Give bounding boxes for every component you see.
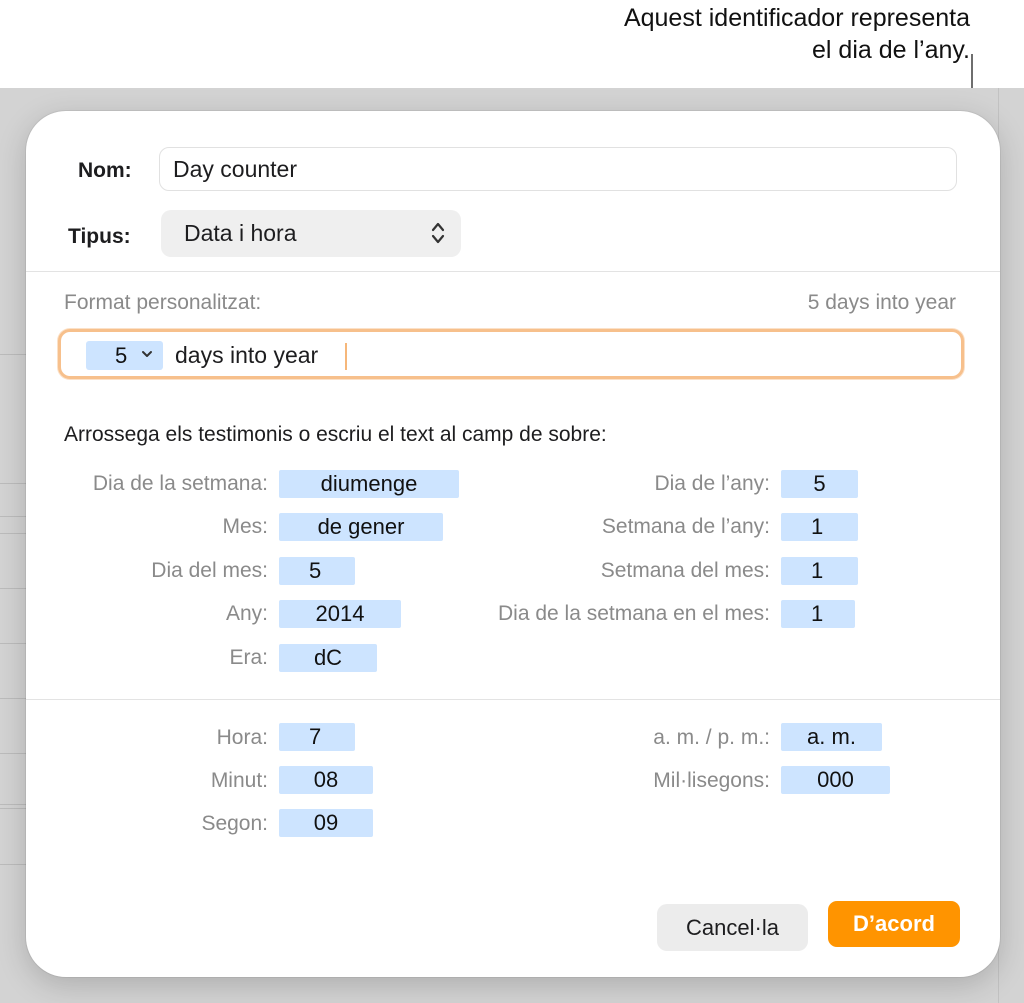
background-row-line	[0, 516, 28, 517]
weekday-in-month-label: Dia de la setmana en el mes:	[498, 602, 770, 625]
type-selected-value: Data i hora	[184, 220, 297, 246]
ok-button[interactable]: D’acord	[828, 901, 960, 947]
background-row-line	[0, 804, 28, 805]
year-label: Any:	[225, 602, 268, 625]
instructions-text: Arrossega els testimonis o escriu el tex…	[64, 423, 607, 446]
am-pm-token[interactable]: a. m.	[781, 723, 882, 751]
section-divider	[26, 271, 1000, 272]
day-of-week-label: Dia de la setmana:	[92, 472, 268, 495]
format-text: days into year	[175, 342, 319, 368]
section-divider	[26, 699, 1000, 700]
background-row-line	[0, 753, 28, 754]
type-popup-button[interactable]: Data i hora	[161, 210, 461, 257]
hour-label: Hora:	[216, 726, 268, 749]
am-pm-label: a. m. / p. m.:	[653, 726, 770, 749]
background-row-line	[0, 864, 28, 865]
day-of-week-token[interactable]: diumenge	[279, 470, 459, 498]
token-value: 5	[115, 343, 128, 368]
background-row-line	[0, 354, 28, 355]
week-of-year-label: Setmana de l’any:	[601, 515, 770, 538]
custom-format-field[interactable]: 5 days into year	[58, 329, 964, 379]
callout-line-2: el dia de l’any.	[812, 36, 970, 64]
chevron-down-icon[interactable]	[141, 349, 153, 359]
weekday-in-month-token[interactable]: 1	[781, 600, 855, 628]
type-label: Tipus:	[68, 225, 131, 248]
background-row-line	[0, 643, 28, 644]
day-of-year-token-in-field[interactable]: 5	[86, 341, 163, 370]
text-caret	[345, 343, 347, 370]
year-token[interactable]: 2014	[279, 600, 401, 628]
day-of-month-token[interactable]: 5	[279, 557, 355, 585]
background-row-line	[0, 808, 28, 809]
milliseconds-token[interactable]: 000	[781, 766, 890, 794]
milliseconds-label: Mil·lisegons:	[653, 769, 770, 792]
callout-annotation: Aquest identificador representa el dia d…	[624, 2, 970, 66]
format-preview: 5 days into year	[807, 291, 956, 314]
era-label: Era:	[229, 646, 268, 669]
name-input[interactable]: Day counter	[159, 147, 957, 191]
background-row-line	[0, 588, 28, 589]
second-token[interactable]: 09	[279, 809, 373, 837]
background-row-line	[0, 698, 28, 699]
minute-label: Minut:	[210, 769, 268, 792]
up-down-chevron-icon	[431, 222, 445, 244]
minute-token[interactable]: 08	[279, 766, 373, 794]
week-of-month-token[interactable]: 1	[781, 557, 858, 585]
second-label: Segon:	[201, 812, 268, 835]
month-label: Mes:	[222, 515, 268, 538]
day-of-month-label: Dia del mes:	[151, 559, 268, 582]
week-of-month-label: Setmana del mes:	[600, 559, 770, 582]
era-token[interactable]: dC	[279, 644, 377, 672]
week-of-year-token[interactable]: 1	[781, 513, 858, 541]
day-of-year-token[interactable]: 5	[781, 470, 858, 498]
day-of-year-label: Dia de l’any:	[654, 472, 770, 495]
custom-format-dialog: Nom: Day counter Tipus: Data i hora Form…	[26, 111, 1000, 977]
cancel-button[interactable]: Cancel·la	[657, 904, 808, 951]
background-row-line	[0, 483, 28, 484]
callout-line-1: Aquest identificador representa	[623, 4, 970, 32]
background-row-line	[0, 533, 28, 534]
hour-token[interactable]: 7	[279, 723, 355, 751]
custom-format-label: Format personalitzat:	[64, 291, 262, 314]
month-token[interactable]: de gener	[279, 513, 443, 541]
name-label: Nom:	[78, 159, 132, 182]
